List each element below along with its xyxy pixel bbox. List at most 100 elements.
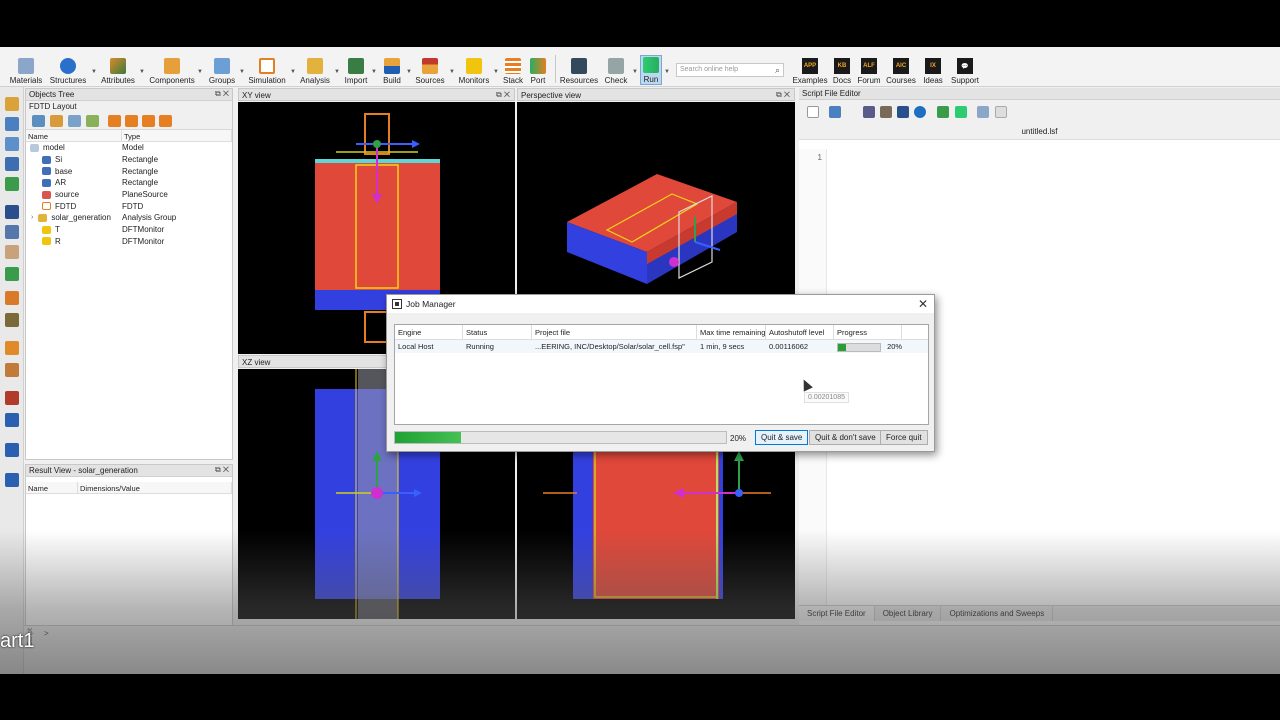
tree-group-icon[interactable] (50, 115, 63, 127)
tree-row-r[interactable]: R DFTMonitor (26, 236, 232, 248)
groups-dropdown-icon[interactable]: ▼ (239, 69, 245, 75)
close-icon[interactable]: ✕ (918, 297, 928, 311)
script-prompt-console[interactable]: > Script (24, 625, 1280, 674)
tree-row-model[interactable]: model Model (26, 142, 232, 154)
new-file-icon[interactable] (807, 106, 819, 118)
array-icon[interactable] (5, 157, 19, 171)
tree-row-solar-generation[interactable]: › solar_generation Analysis Group (26, 212, 232, 224)
tree-row-si[interactable]: Si Rectangle (26, 154, 232, 166)
structures-button[interactable]: Structures (48, 55, 88, 85)
attributes-dropdown-icon[interactable]: ▼ (139, 69, 145, 75)
save-icon[interactable] (863, 106, 875, 118)
refresh-icon[interactable] (914, 106, 926, 118)
move-up-icon[interactable] (108, 115, 121, 127)
expand-arrow-icon[interactable]: › (31, 214, 33, 221)
structures-dropdown-icon[interactable]: ▼ (91, 69, 97, 75)
run-script-icon[interactable] (937, 106, 949, 118)
build-dropdown-icon[interactable]: ▼ (406, 69, 412, 75)
check-dropdown-icon[interactable]: ▼ (632, 69, 638, 75)
forum-button[interactable]: ALF Forum (857, 55, 881, 85)
analysis-dropdown-icon[interactable]: ▼ (334, 69, 340, 75)
tree-col-type[interactable]: Type (122, 130, 232, 141)
col-project-file[interactable]: Project file (532, 325, 697, 339)
save-all-icon[interactable] (897, 106, 909, 118)
materials-button[interactable]: Materials (8, 55, 44, 85)
edit-icon[interactable] (5, 97, 19, 111)
grid-icon[interactable] (5, 313, 19, 327)
move-right-icon[interactable] (159, 115, 172, 127)
panel-controls-icon[interactable]: ⧉ ✕ (496, 90, 510, 100)
monitors-button[interactable]: Monitors (458, 55, 490, 85)
import-button[interactable]: Import (342, 55, 370, 85)
tree-col-name[interactable]: Name (26, 130, 122, 141)
view-x-icon[interactable] (5, 391, 19, 405)
move-left-icon[interactable] (142, 115, 155, 127)
support-button[interactable]: 💬 Support (950, 55, 980, 85)
select-icon[interactable] (5, 205, 19, 219)
panel-controls-icon[interactable]: ⧉ ✕ (215, 465, 229, 475)
view-y-icon[interactable] (5, 413, 19, 427)
groups-button[interactable]: Groups (207, 55, 237, 85)
pan-icon[interactable] (5, 245, 19, 259)
run-button[interactable]: Run (640, 55, 662, 85)
measure-icon[interactable] (5, 267, 19, 281)
open-file-icon[interactable] (829, 106, 841, 118)
tab-optimizations[interactable]: Optimizations and Sweeps (941, 606, 1054, 621)
simulation-dropdown-icon[interactable]: ▼ (290, 69, 296, 75)
zoom-icon[interactable] (5, 225, 19, 239)
col-status[interactable]: Status (463, 325, 532, 339)
simulation-button[interactable]: Simulation (248, 55, 286, 85)
col-engine[interactable]: Engine (395, 325, 463, 339)
port-button[interactable]: Port (528, 55, 548, 85)
tree-row-source[interactable]: source PlaneSource (26, 189, 232, 201)
mountain-icon[interactable] (5, 117, 19, 131)
components-dropdown-icon[interactable]: ▼ (197, 69, 203, 75)
col-time-remaining[interactable]: Max time remaining (697, 325, 766, 339)
panel-controls-icon[interactable]: ⧉ ✕ (215, 89, 229, 99)
tree-view-icon[interactable] (32, 115, 45, 127)
courses-button[interactable]: AIC Courses (886, 55, 916, 85)
tab-object-library[interactable]: Object Library (875, 606, 942, 621)
sources-button[interactable]: Sources (414, 55, 446, 85)
stack-button[interactable]: Stack (502, 55, 524, 85)
monitors-dropdown-icon[interactable]: ▼ (493, 69, 499, 75)
view-3d-icon[interactable] (5, 473, 19, 487)
step-icon[interactable] (995, 106, 1007, 118)
tree-filter-icon[interactable] (68, 115, 81, 127)
tree-row-fdtd[interactable]: FDTD FDTD (26, 200, 232, 212)
import-dropdown-icon[interactable]: ▼ (371, 69, 377, 75)
quit-and-save-button[interactable]: Quit & save (755, 430, 809, 445)
examples-button[interactable]: APP Examples (792, 55, 828, 85)
build-button[interactable]: Build (380, 55, 404, 85)
panel-controls-icon[interactable]: ⧉ ✕ (776, 90, 790, 100)
tab-script-file-editor[interactable]: Script File Editor (799, 606, 875, 621)
result-col-dims[interactable]: Dimensions/Value (78, 482, 232, 493)
tree-expand-icon[interactable] (86, 115, 99, 127)
stop-icon[interactable] (977, 106, 989, 118)
sources-dropdown-icon[interactable]: ▼ (449, 69, 455, 75)
result-col-name[interactable]: Name (26, 482, 78, 493)
analysis-button[interactable]: Analysis (298, 55, 332, 85)
delete-icon[interactable] (5, 177, 19, 191)
col-autoshutoff[interactable]: Autoshutoff level (766, 325, 834, 339)
zoom-extent-icon[interactable] (5, 291, 19, 305)
ideas-button[interactable]: IX Ideas (922, 55, 944, 85)
tree-row-base[interactable]: base Rectangle (26, 165, 232, 177)
attributes-button[interactable]: Attributes (100, 55, 136, 85)
editor-filename-tab[interactable]: untitled.lsf (799, 124, 1280, 140)
view-z-icon[interactable] (5, 443, 19, 457)
play-icon[interactable] (955, 106, 967, 118)
move-down-icon[interactable] (125, 115, 138, 127)
table-icon[interactable] (5, 363, 19, 377)
search-input[interactable]: Search online help ⌕ (676, 63, 784, 77)
tree-row-ar[interactable]: AR Rectangle (26, 177, 232, 189)
search-icon[interactable]: ⌕ (775, 65, 780, 76)
tree-row-t[interactable]: T DFTMonitor (26, 224, 232, 236)
components-button[interactable]: Components (149, 55, 195, 85)
resources-button[interactable]: Resources (560, 55, 598, 85)
force-quit-button[interactable]: Force quit (880, 430, 928, 445)
run-dropdown-icon[interactable]: ▼ (664, 69, 670, 75)
check-button[interactable]: Check (603, 55, 629, 85)
job-row[interactable]: Local Host Running ...EERING, INC/Deskto… (395, 340, 928, 353)
shape-icon[interactable] (5, 137, 19, 151)
